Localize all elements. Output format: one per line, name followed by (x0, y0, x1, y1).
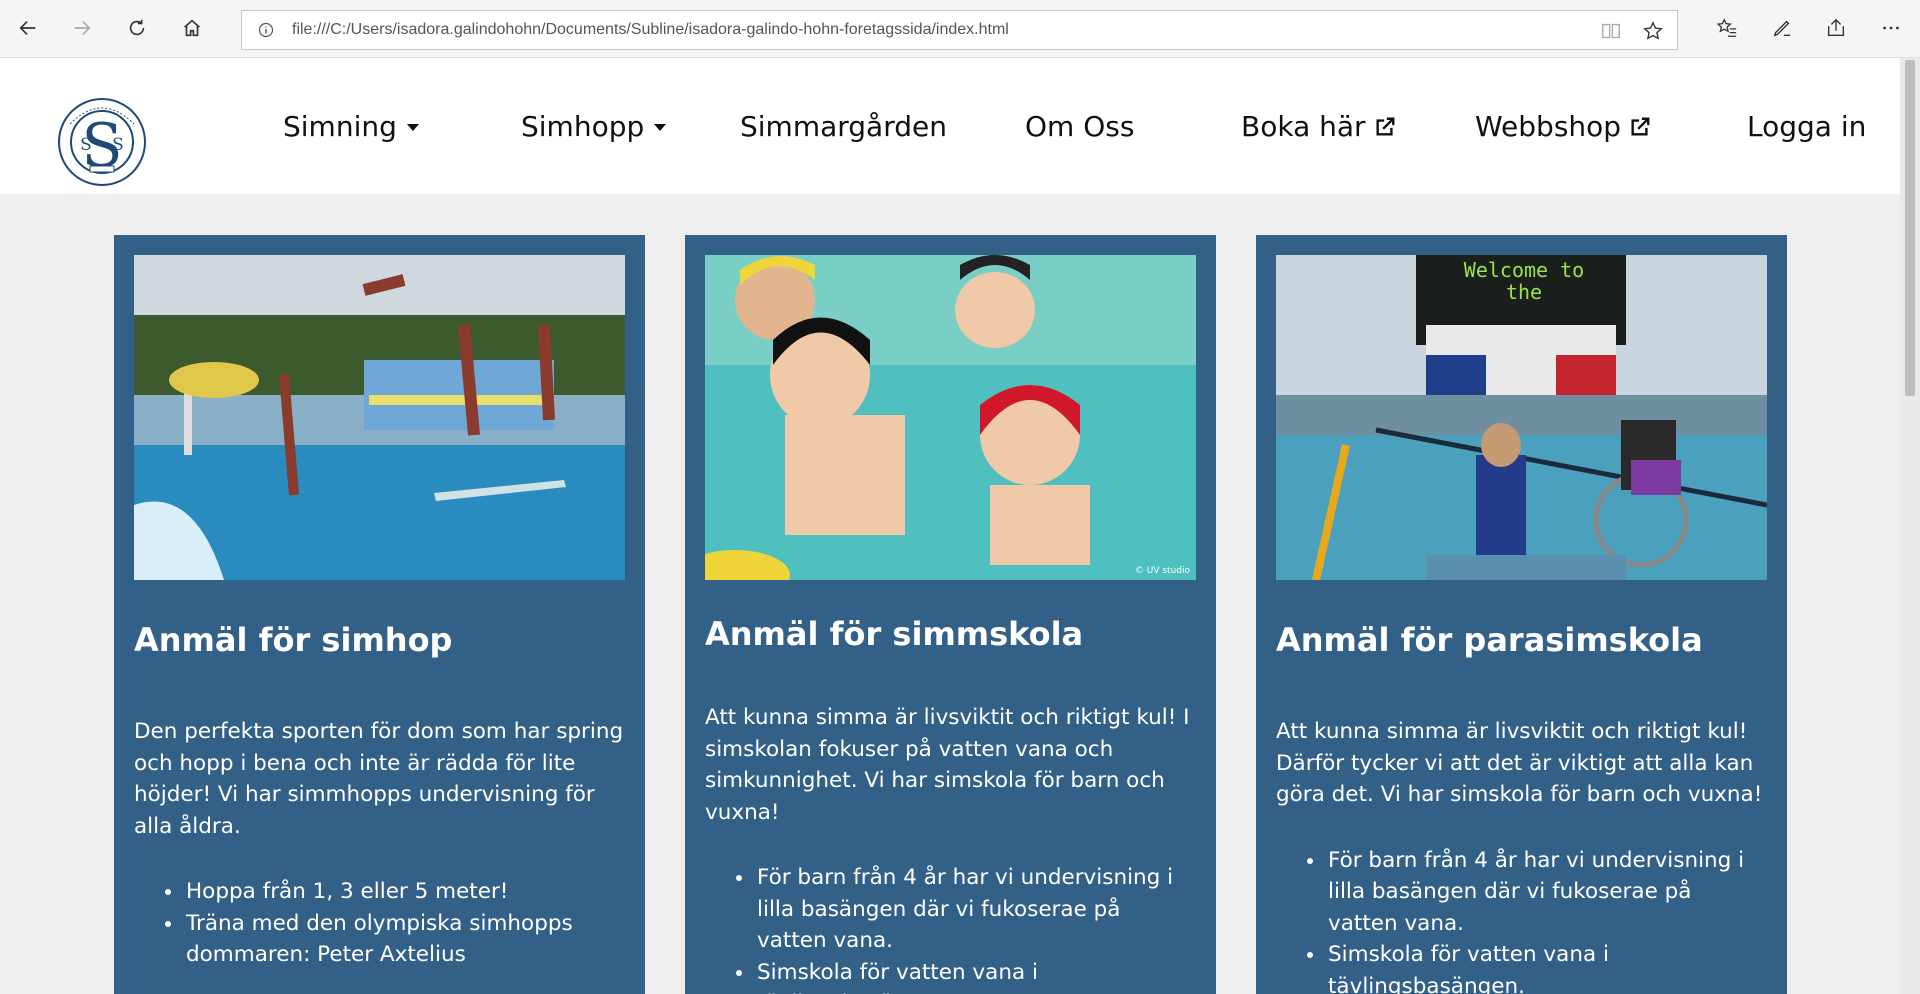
swim-school-photo (705, 255, 1196, 580)
menu-om-oss[interactable]: Om Oss (1025, 110, 1134, 143)
favorite-button[interactable] (1641, 19, 1665, 43)
card-simmskola: © UV studio Anmäl för simmskola Att kunn… (685, 235, 1216, 994)
home-icon (184, 19, 200, 37)
share-icon (1827, 18, 1845, 37)
page-scrollbar[interactable] (1900, 58, 1920, 994)
menu-webbshop[interactable]: Webbshop (1475, 110, 1651, 143)
list-item: Träna med den olympiska simhopps dommare… (184, 908, 625, 971)
menu-label: Boka här (1241, 110, 1366, 143)
more-dots-icon (1883, 26, 1899, 30)
favorites-list-icon (1716, 18, 1737, 37)
back-button[interactable] (10, 10, 46, 46)
card-simhop: Anmäl för simhop Den perfekta sporten fö… (114, 235, 645, 994)
menu-label: Logga in (1747, 110, 1867, 143)
list-item: För barn från 4 år har vi undervisning i… (1326, 845, 1767, 940)
site-header: S S S Simning Simhopp Simmargården Om Os… (0, 58, 1900, 194)
club-logo[interactable]: S S S (56, 96, 148, 188)
menu-boka-har[interactable]: Boka här (1241, 110, 1396, 143)
back-arrow-icon (19, 20, 36, 36)
menu-logga-in[interactable]: Logga in (1747, 110, 1866, 143)
card-description: Att kunna simma är livsviktit och riktig… (1276, 719, 1763, 807)
diving-photo (134, 255, 625, 580)
card-bullet-list: För barn från 4 år har vi undervisning i… (1326, 845, 1767, 994)
svg-text:S: S (80, 135, 92, 155)
url-text[interactable]: file:///C:/Users/isadora.galindohohn/Doc… (292, 21, 1009, 39)
list-item: Simskola för vatten vana i tävlingsbasän… (755, 957, 1196, 994)
share-button[interactable] (1820, 12, 1852, 44)
menu-label: Simhopp (521, 110, 645, 143)
address-bar[interactable]: file:///C:/Users/isadora.galindohohn/Doc… (241, 10, 1678, 50)
image-sign-text: Welcome to the (1463, 258, 1585, 304)
menu-label: Simning (283, 110, 397, 143)
card-description: Den perfekta sporten för dom som har spr… (134, 719, 624, 839)
caret-down-icon (654, 123, 667, 131)
caret-down-icon (406, 123, 419, 131)
menu-simmargarden[interactable]: Simmargården (740, 110, 947, 143)
card-parasimskola: Welcome to the Anmäl för parasimskola At… (1256, 235, 1787, 994)
list-item: För barn från 4 år har vi undervisning i… (755, 862, 1196, 957)
list-item: Simskola för vatten vana i tävlingsbasän… (1326, 939, 1767, 994)
card-bullet-list: Hoppa från 1, 3 eller 5 meter! Träna med… (184, 876, 625, 971)
external-link-icon (1631, 117, 1650, 136)
reading-view-icon (1602, 23, 1620, 39)
menu-simning[interactable]: Simning (283, 110, 421, 143)
favorites-hub-button[interactable] (1711, 12, 1743, 44)
star-icon (1643, 21, 1663, 40)
refresh-icon (129, 19, 145, 36)
forward-button[interactable] (64, 10, 100, 46)
web-note-button[interactable] (1766, 12, 1798, 44)
card-title: Anmäl för simmskola (705, 615, 1084, 653)
refresh-button[interactable] (119, 10, 155, 46)
forward-arrow-icon (74, 20, 91, 36)
browser-toolbar: file:///C:/Users/isadora.galindohohn/Doc… (0, 0, 1920, 58)
menu-label: Simmargården (740, 110, 947, 143)
list-item: Hoppa från 1, 3 eller 5 meter! (184, 876, 625, 908)
pen-icon (1773, 20, 1791, 37)
reading-view-button[interactable] (1599, 19, 1623, 43)
menu-label: Om Oss (1025, 110, 1135, 143)
more-button[interactable] (1875, 12, 1907, 44)
card-title: Anmäl för parasimskola (1276, 621, 1703, 659)
image-caption: © UV studio (1134, 566, 1190, 576)
info-icon[interactable] (258, 22, 274, 38)
home-button[interactable] (174, 10, 210, 46)
card-title: Anmäl för simhop (134, 621, 453, 659)
menu-simhopp[interactable]: Simhopp (521, 110, 668, 143)
external-link-icon (1376, 117, 1394, 136)
card-bullet-list: För barn från 4 år har vi undervisning i… (755, 862, 1196, 994)
scrollbar-thumb[interactable] (1905, 60, 1915, 396)
menu-label: Webbshop (1475, 110, 1622, 143)
card-description: Att kunna simma är livsviktit och riktig… (705, 705, 1190, 825)
svg-text:S: S (112, 135, 124, 155)
